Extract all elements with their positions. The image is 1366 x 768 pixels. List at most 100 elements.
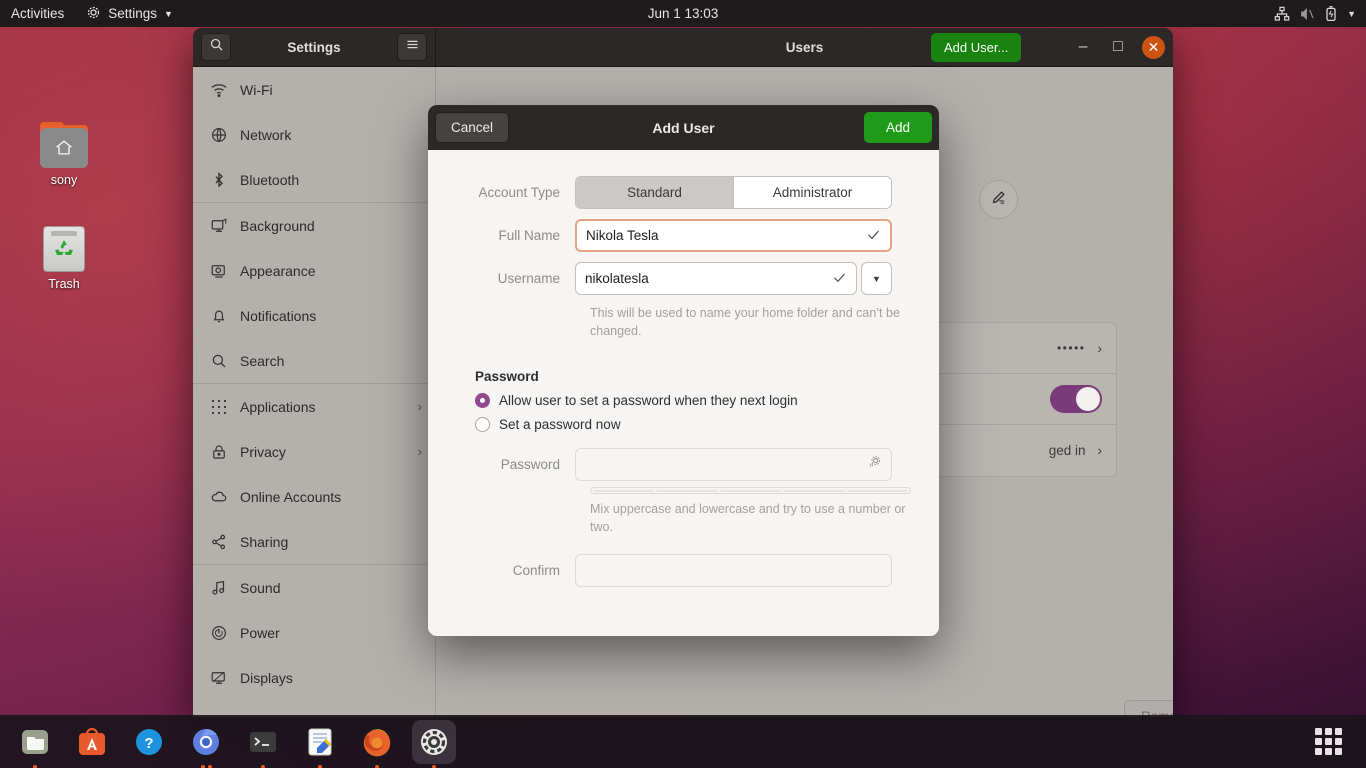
close-button[interactable]: ✕: [1142, 35, 1165, 59]
radio-button-selected[interactable]: [475, 393, 490, 408]
sidebar-item-search[interactable]: Search: [193, 338, 435, 383]
chevron-down-icon: ▼: [1347, 8, 1356, 19]
dock-item-ubuntu-software[interactable]: [70, 720, 114, 764]
account-type-label: Account Type: [478, 185, 560, 200]
sidebar-item-label: Sound: [240, 579, 281, 596]
network-globe-icon: [209, 125, 228, 144]
music-note-icon: [209, 578, 228, 597]
desktop-icon-home[interactable]: sony: [22, 122, 106, 187]
maximize-button[interactable]: □: [1107, 36, 1129, 58]
gear-generate-icon[interactable]: [867, 455, 882, 475]
show-applications-button[interactable]: [1306, 720, 1350, 764]
dock-item-text-editor[interactable]: [298, 720, 342, 768]
sidebar-item-label: Online Accounts: [240, 488, 342, 505]
activities-button[interactable]: Activities: [0, 0, 77, 27]
checkmark-icon: [866, 227, 881, 245]
app-menu-settings[interactable]: Settings ▼: [77, 0, 182, 27]
sidebar-item-bluetooth[interactable]: Bluetooth: [193, 157, 435, 202]
checkmark-icon: [832, 270, 847, 288]
account-type-row: Account Type Standard Administrator: [475, 176, 892, 209]
battery-icon: [1324, 5, 1338, 22]
power-icon: [209, 623, 228, 642]
dock: ?: [0, 715, 1366, 768]
account-type-administrator[interactable]: Administrator: [733, 177, 891, 208]
password-input[interactable]: [575, 448, 892, 481]
sidebar-item-displays[interactable]: Displays: [193, 655, 435, 700]
background-icon: [209, 216, 228, 235]
sidebar-item-sharing[interactable]: Sharing: [193, 519, 435, 564]
password-hint-text: Mix uppercase and lowercase and try to u…: [590, 502, 906, 534]
cancel-button[interactable]: Cancel: [435, 112, 510, 143]
app-menu-label: Settings: [108, 6, 158, 21]
hamburger-menu-button[interactable]: [397, 33, 427, 61]
clock[interactable]: Jun 1 13:03: [0, 6, 1366, 21]
dock-item-terminal[interactable]: [241, 720, 285, 768]
sidebar-item-label: Privacy: [240, 443, 286, 460]
sidebar-item-wifi[interactable]: Wi-Fi: [193, 67, 435, 112]
sidebar-item-applications[interactable]: Applications ›: [193, 384, 435, 429]
sidebar-item-appearance[interactable]: Appearance: [193, 248, 435, 293]
sidebar-item-label: Background: [240, 217, 315, 234]
desktop-icon-trash[interactable]: Trash: [22, 226, 106, 291]
sidebar-item-label: Bluetooth: [240, 171, 300, 188]
pencil-edit-icon: [990, 189, 1007, 211]
sidebar-item-label: Displays: [240, 669, 293, 686]
running-indicator: [298, 764, 342, 768]
running-indicator: [241, 764, 285, 768]
sidebar-item-online-accounts[interactable]: Online Accounts: [193, 474, 435, 519]
activities-label: Activities: [11, 6, 65, 21]
search-button[interactable]: [201, 33, 231, 61]
terminal-icon: [250, 731, 276, 752]
sidebar-item-notifications[interactable]: Notifications: [193, 293, 435, 338]
username-row: Username nikolatesla ▼: [475, 262, 892, 295]
running-indicator: [13, 764, 57, 768]
window-controls: – □ ✕: [1072, 35, 1165, 59]
add-button[interactable]: Add: [863, 112, 932, 143]
username-input[interactable]: nikolatesla: [575, 262, 857, 295]
dock-item-files[interactable]: [13, 720, 57, 768]
full-name-input[interactable]: Nikola Tesla: [575, 219, 892, 252]
desktop-icon-label: sony: [50, 173, 78, 187]
password-strength-bar: [590, 487, 911, 494]
sidebar-item-network[interactable]: Network: [193, 112, 435, 157]
running-indicator: [412, 764, 456, 768]
radio-button-unselected[interactable]: [475, 417, 490, 432]
sidebar-item-background[interactable]: Background: [193, 203, 435, 248]
last-logged-in-value: ged in: [1048, 443, 1086, 458]
sidebar-item-privacy[interactable]: Privacy ›: [193, 429, 435, 474]
add-user-button[interactable]: Add User...: [931, 33, 1022, 62]
sidebar-item-power[interactable]: Power: [193, 610, 435, 655]
top-bar: Activities Settings ▼ Jun 1 13:03 ▼: [0, 0, 1366, 27]
cloud-icon: [209, 487, 228, 506]
full-name-value: Nikola Tesla: [586, 228, 659, 243]
automatic-login-toggle[interactable]: [1050, 385, 1102, 413]
dock-item-firefox[interactable]: [355, 720, 399, 768]
dock-item-help[interactable]: ?: [127, 720, 171, 764]
confirm-input[interactable]: [575, 554, 892, 587]
sidebar-item-label: Sharing: [240, 533, 289, 550]
desktop-icon-label: Trash: [48, 277, 80, 291]
sidebar-item-label: Appearance: [240, 262, 316, 279]
sidebar: Wi-Fi Network Bluetooth Background Appea…: [193, 67, 436, 717]
username-dropdown-button[interactable]: ▼: [861, 262, 892, 295]
password-label: Password: [500, 457, 560, 472]
appearance-icon: [209, 261, 228, 280]
dock-item-settings[interactable]: [412, 719, 456, 768]
sidebar-item-sound[interactable]: Sound: [193, 565, 435, 610]
sidebar-title: Settings: [287, 39, 341, 55]
account-type-standard[interactable]: Standard: [576, 177, 733, 208]
avatar-edit-button[interactable]: [979, 180, 1018, 219]
system-status-area[interactable]: ▼: [1274, 5, 1366, 22]
radio-set-password-now[interactable]: Set a password now: [475, 417, 892, 432]
display-icon: [209, 668, 228, 687]
radio-allow-next-login[interactable]: Allow user to set a password when they n…: [475, 393, 892, 408]
help-icon: ?: [136, 728, 162, 755]
confirm-row: Confirm: [475, 554, 892, 587]
trash-icon: [43, 226, 85, 272]
minimize-button[interactable]: –: [1072, 36, 1094, 58]
dock-item-chromium[interactable]: [184, 720, 228, 768]
files-icon: [22, 729, 48, 754]
radio-allow-label: Allow user to set a password when they n…: [499, 393, 798, 408]
wifi-icon: [209, 80, 228, 99]
ubuntu-software-icon: [79, 727, 105, 755]
